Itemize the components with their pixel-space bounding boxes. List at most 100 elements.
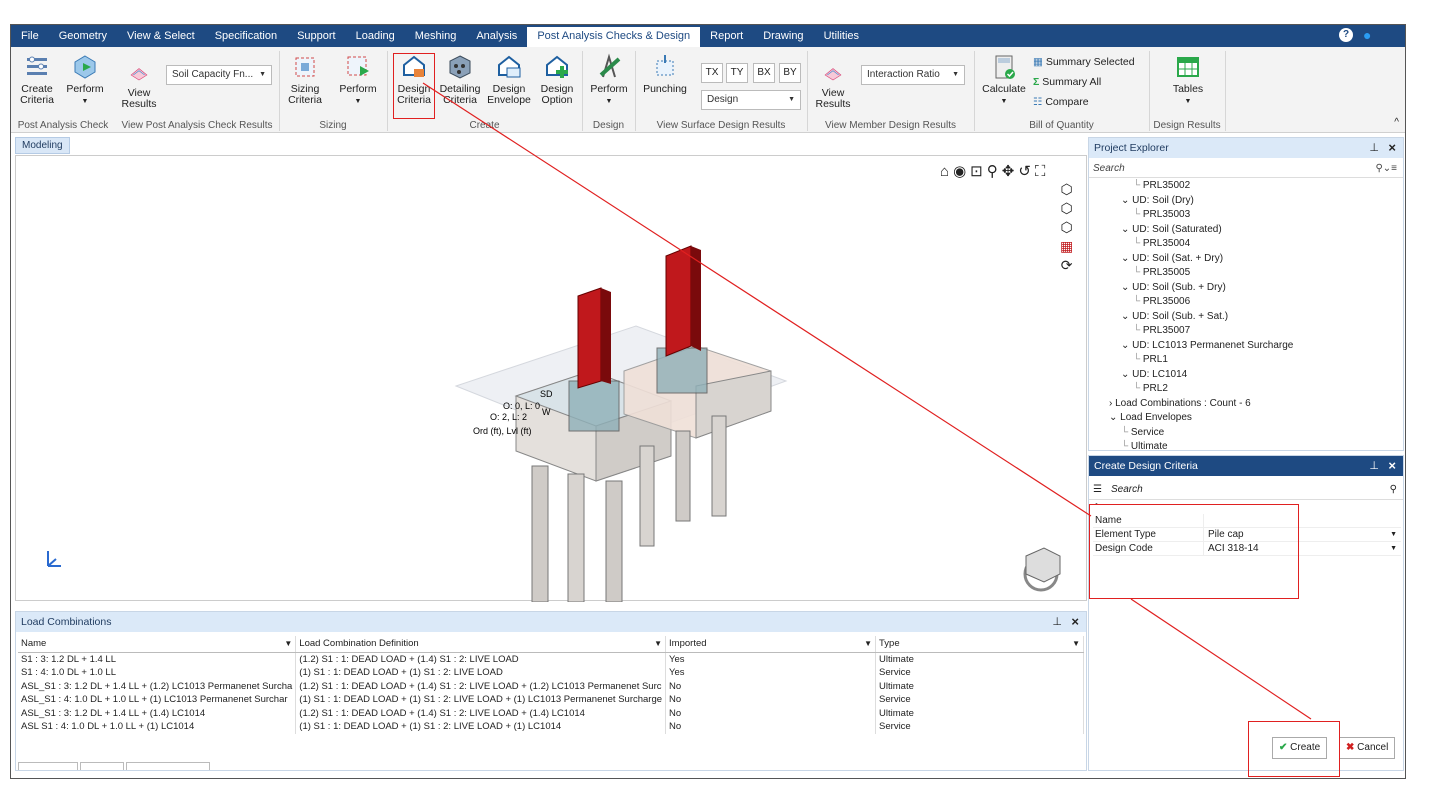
menu-tab[interactable]: View & Select [117, 25, 205, 47]
pin-icon[interactable]: ⊥ [1052, 615, 1062, 628]
design-perform-button[interactable]: Perform ▼ [587, 53, 631, 107]
dropdown-arrow-icon[interactable]: ▼ [1390, 528, 1397, 542]
view-member-results-button[interactable]: View Results [811, 65, 855, 110]
chevron-down-icon[interactable]: ⌄ [1109, 412, 1120, 423]
menu-tab[interactable]: Specification [205, 25, 287, 47]
ty-button[interactable]: TY [726, 63, 748, 83]
sizing-criteria-button[interactable]: Sizing Criteria [283, 53, 327, 106]
menu-tab[interactable]: File [11, 25, 49, 47]
column-header[interactable]: Imported ▼ [665, 636, 877, 653]
view-check-results-button[interactable]: View Results [117, 65, 161, 110]
eye-icon[interactable]: ◉ [953, 163, 970, 180]
table-row[interactable]: S1 : 3: 1.2 DL + 1.4 LL (1.2) S1 : 1: DEA… [18, 652, 1084, 666]
search-icon[interactable]: ⚲⌄≡ [1375, 160, 1397, 178]
tree-item[interactable]: └ PRL1 [1089, 353, 1403, 368]
chevron-down-icon[interactable]: ⌄ [1121, 224, 1132, 235]
render-view-icon[interactable]: ▦ [1060, 237, 1073, 256]
bx-button[interactable]: BX [753, 63, 775, 83]
tree-item[interactable]: ⌄ UD: Soil (Sat. + Dry) [1089, 252, 1403, 267]
design-option-button[interactable]: Design Option [535, 53, 579, 106]
chevron-down-icon[interactable]: ⌄ [1121, 195, 1132, 206]
rotate-icon[interactable]: ↺ [1018, 163, 1035, 180]
filter-icon[interactable]: ▼ [1072, 637, 1080, 651]
tree-item[interactable]: └ Ultimate [1089, 440, 1403, 449]
sizing-perform-button[interactable]: Perform ▼ [335, 53, 381, 107]
summary-selected-button[interactable]: ▦ Summary Selected [1033, 57, 1135, 68]
column-header[interactable]: Type ▼ [875, 636, 1084, 653]
tree-item[interactable]: └ PRL2 [1089, 382, 1403, 397]
bottom-tab[interactable] [18, 762, 78, 770]
user-icon[interactable]: ● [1363, 28, 1377, 42]
menu-tab[interactable]: Analysis [466, 25, 527, 47]
tree-item[interactable]: └ PRL35004 [1089, 237, 1403, 252]
chevron-down-icon[interactable]: ⌄ [1121, 369, 1132, 380]
detailing-criteria-button[interactable]: Detailing Criteria [438, 53, 482, 106]
tree-item[interactable]: ⌄ UD: LC1013 Permanenet Surcharge [1089, 339, 1403, 354]
soil-capacity-dropdown[interactable]: Soil Capacity Fn... [166, 65, 272, 85]
fit-icon[interactable]: ⛶ [1035, 163, 1050, 180]
refresh-icon[interactable]: ⟳ [1060, 256, 1073, 275]
tree-item[interactable]: › Load Combinations : Count - 6 [1089, 397, 1403, 412]
tree-item[interactable]: └ PRL35005 [1089, 266, 1403, 281]
tree-item[interactable]: ⌄ UD: Soil (Dry) [1089, 194, 1403, 209]
chevron-down-icon[interactable]: ⌄ [1121, 282, 1132, 293]
tree-item[interactable]: ⌄ UD: Soil (Saturated) [1089, 223, 1403, 238]
summary-all-button[interactable]: Σ Summary All [1033, 77, 1101, 88]
table-row[interactable]: ASL_S1 : 3: 1.2 DL + 1.4 LL + (1.4) LC10… [18, 706, 1084, 720]
zoom-window-icon[interactable]: ⊡ [970, 163, 987, 180]
tree-item[interactable]: ⌄ Load Envelopes [1089, 411, 1403, 426]
perform-check-button[interactable]: Perform ▼ [63, 53, 107, 107]
explorer-search-input[interactable]: Search ⚲⌄≡ [1089, 160, 1403, 178]
model-viewport[interactable]: O: 0, L: 0 O: 2, L: 2 Ord (ft), Lvl (ft)… [15, 155, 1087, 602]
bottom-tab[interactable] [80, 762, 124, 770]
menu-tab[interactable]: Meshing [405, 25, 467, 47]
menu-tab[interactable]: Support [287, 25, 346, 47]
iso-view-icon[interactable]: ⬡ [1060, 199, 1073, 218]
bottom-tab[interactable] [126, 762, 210, 770]
tables-button[interactable]: Tables ▼ [1163, 53, 1213, 107]
calculate-button[interactable]: Calculate ▼ [979, 53, 1029, 107]
tree-item[interactable]: └ PRL35006 [1089, 295, 1403, 310]
tab-modeling[interactable]: Modeling [15, 137, 70, 154]
table-row[interactable]: S1 : 4: 1.0 DL + 1.0 LL (1) S1 : 1: DEAD … [18, 666, 1084, 680]
interaction-ratio-dropdown[interactable]: Interaction Ratio [861, 65, 965, 85]
criteria-search-input[interactable]: ☰ Search ⚲ [1089, 480, 1403, 500]
cancel-button[interactable]: ✖ Cancel [1339, 737, 1396, 759]
pin-icon[interactable]: ⊥ [1369, 459, 1379, 472]
help-icon[interactable]: ? [1339, 28, 1353, 42]
table-row[interactable]: ASL S1 : 4: 1.0 DL + 1.0 LL + (1) LC1014… [18, 720, 1084, 734]
menu-tab[interactable]: Loading [346, 25, 405, 47]
filter-icon[interactable]: ▼ [864, 637, 872, 651]
filter-icon[interactable]: ▼ [654, 637, 662, 651]
table-row[interactable]: ASL_S1 : 3: 1.2 DL + 1.4 LL + (1.2) LC10… [18, 679, 1084, 693]
select-view-icon[interactable]: ⬡ [1060, 180, 1073, 199]
compare-button[interactable]: ☷ Compare [1033, 97, 1089, 108]
table-row[interactable]: ASL_S1 : 4: 1.0 DL + 1.0 LL + (1) LC1013… [18, 693, 1084, 707]
menu-tab[interactable]: Report [700, 25, 753, 47]
menu-tab[interactable]: Post Analysis Checks & Design [527, 27, 701, 47]
menu-tab[interactable]: Geometry [49, 25, 117, 47]
create-criteria-button[interactable]: Create Criteria [15, 53, 59, 106]
tree-item[interactable]: ⌄ UD: Soil (Sub. + Sat.) [1089, 310, 1403, 325]
tx-button[interactable]: TX [701, 63, 723, 83]
wire-view-icon[interactable]: ⬡ [1060, 218, 1073, 237]
search-icon[interactable]: ⚲ [1390, 480, 1397, 500]
tree-item[interactable]: └ PRL35002 [1089, 179, 1403, 194]
tree-item[interactable]: ⌄ UD: LC1014 [1089, 368, 1403, 383]
column-header[interactable]: Name ▼ [18, 636, 297, 653]
by-button[interactable]: BY [779, 63, 801, 83]
close-icon[interactable]: × [1388, 140, 1396, 155]
collapse-ribbon-icon[interactable]: ^ [1394, 117, 1399, 128]
chevron-down-icon[interactable]: ⌄ [1121, 253, 1132, 264]
chevron-down-icon[interactable]: ⌄ [1121, 340, 1132, 351]
menu-tab[interactable]: Drawing [753, 25, 813, 47]
pan-icon[interactable]: ✥ [1002, 163, 1019, 180]
zoom-icon[interactable]: ⚲ [987, 163, 1002, 180]
menu-tab[interactable]: Utilities [814, 25, 869, 47]
pin-icon[interactable]: ⊥ [1369, 141, 1379, 154]
chevron-down-icon[interactable]: ⌄ [1121, 311, 1132, 322]
column-header[interactable]: Load Combination Definition ▼ [295, 636, 667, 653]
design-envelope-button[interactable]: Design Envelope [485, 53, 533, 106]
filter-icon[interactable]: ▼ [284, 637, 292, 651]
view-cube-icon[interactable] [1025, 547, 1061, 583]
